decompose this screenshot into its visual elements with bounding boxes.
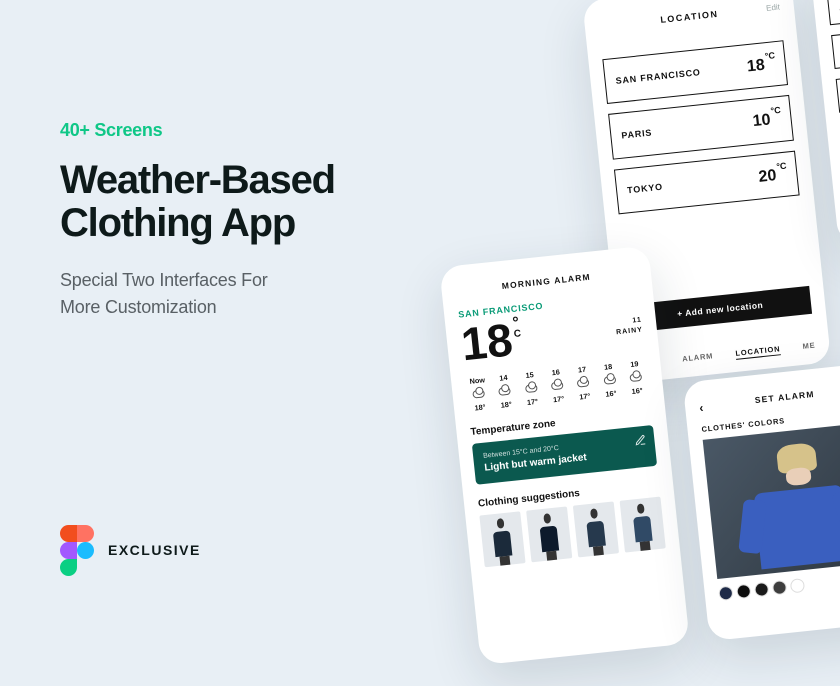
clothing-suggestions-row bbox=[479, 497, 665, 568]
hourly-item: 1418° bbox=[491, 372, 519, 410]
clothes-photo bbox=[703, 422, 840, 579]
location-temp: 10°C bbox=[752, 109, 782, 131]
back-icon[interactable]: ‹ bbox=[699, 400, 706, 414]
edit-button[interactable]: Edit bbox=[766, 2, 781, 12]
location-screen-title: LOCATION bbox=[660, 9, 719, 25]
clothing-thumbnail[interactable] bbox=[620, 497, 666, 553]
account-menu-item[interactable]: ACCOUNT bbox=[826, 0, 840, 25]
cloud-icon bbox=[525, 384, 538, 393]
color-swatch[interactable] bbox=[790, 578, 805, 593]
hourly-item: 1916° bbox=[622, 358, 650, 396]
account-menu-item[interactable]: PAYMENT S bbox=[831, 22, 840, 69]
forecast-big-temperature: 18 °C bbox=[459, 315, 524, 367]
account-menu-item[interactable]: CONTAC bbox=[836, 66, 840, 113]
forecast-condition: 11 RAINY bbox=[615, 316, 644, 338]
page-subtitle: Special Two Interfaces For More Customiz… bbox=[60, 267, 420, 321]
cloud-icon bbox=[603, 376, 616, 385]
tab-alarm[interactable]: ALARM bbox=[682, 351, 714, 363]
cloud-icon bbox=[551, 381, 564, 390]
color-swatch[interactable] bbox=[736, 584, 751, 599]
exclusive-label: EXCLUSIVE bbox=[108, 542, 201, 558]
cloud-icon bbox=[577, 378, 590, 387]
hourly-item: Now18° bbox=[465, 375, 493, 413]
color-swatch[interactable] bbox=[772, 580, 787, 595]
hourly-item: 1517° bbox=[517, 369, 545, 407]
tab-bar: HOME ALARM LOCATION ME bbox=[634, 341, 816, 369]
hourly-item: 1617° bbox=[543, 367, 571, 405]
figma-logo-icon bbox=[60, 525, 94, 575]
forecast-screen-title: MORNING ALARM bbox=[455, 267, 637, 296]
page-title: Weather-Based Clothing App bbox=[60, 159, 420, 245]
cloud-icon bbox=[472, 389, 485, 398]
title-line-1: Weather-Based bbox=[60, 158, 335, 202]
location-city: TOKYO bbox=[627, 182, 664, 196]
phone-mockup-forecast: MORNING ALARM SAN FRANCISCO 18 °C 11 RAI… bbox=[439, 245, 690, 665]
location-city: SAN FRANCISCO bbox=[615, 67, 701, 86]
subtitle-line-1: Special Two Interfaces For bbox=[60, 270, 268, 290]
color-swatch[interactable] bbox=[718, 586, 733, 601]
title-line-2: Clothing App bbox=[60, 201, 295, 245]
clothing-thumbnail[interactable] bbox=[479, 511, 525, 567]
cloud-icon bbox=[498, 387, 511, 396]
location-card[interactable]: TOKYO 20°C bbox=[614, 150, 800, 214]
location-temp: 18°C bbox=[746, 54, 776, 76]
set-alarm-title: SET ALARM bbox=[754, 389, 815, 405]
clothing-thumbnail[interactable] bbox=[526, 506, 572, 562]
cloud-icon bbox=[629, 373, 642, 382]
figma-exclusive-badge: EXCLUSIVE bbox=[60, 525, 201, 575]
tab-location[interactable]: LOCATION bbox=[735, 344, 781, 358]
tab-me[interactable]: ME bbox=[802, 341, 816, 351]
location-card[interactable]: SAN FRANCISCO 18°C bbox=[602, 40, 788, 104]
pretitle: 40+ Screens bbox=[60, 120, 420, 141]
location-temp: 20°C bbox=[758, 164, 788, 186]
subtitle-line-2: More Customization bbox=[60, 297, 216, 317]
hourly-item: 1717° bbox=[570, 364, 598, 402]
hourly-item: 1816° bbox=[596, 361, 624, 399]
location-city: PARIS bbox=[621, 127, 653, 140]
clothing-thumbnail[interactable] bbox=[573, 501, 619, 557]
location-card[interactable]: PARIS 10°C bbox=[608, 95, 794, 159]
color-swatch[interactable] bbox=[754, 582, 769, 597]
phone-mockup-set-alarm: ‹ SET ALARM CLOTHES' COLORS bbox=[683, 362, 840, 641]
